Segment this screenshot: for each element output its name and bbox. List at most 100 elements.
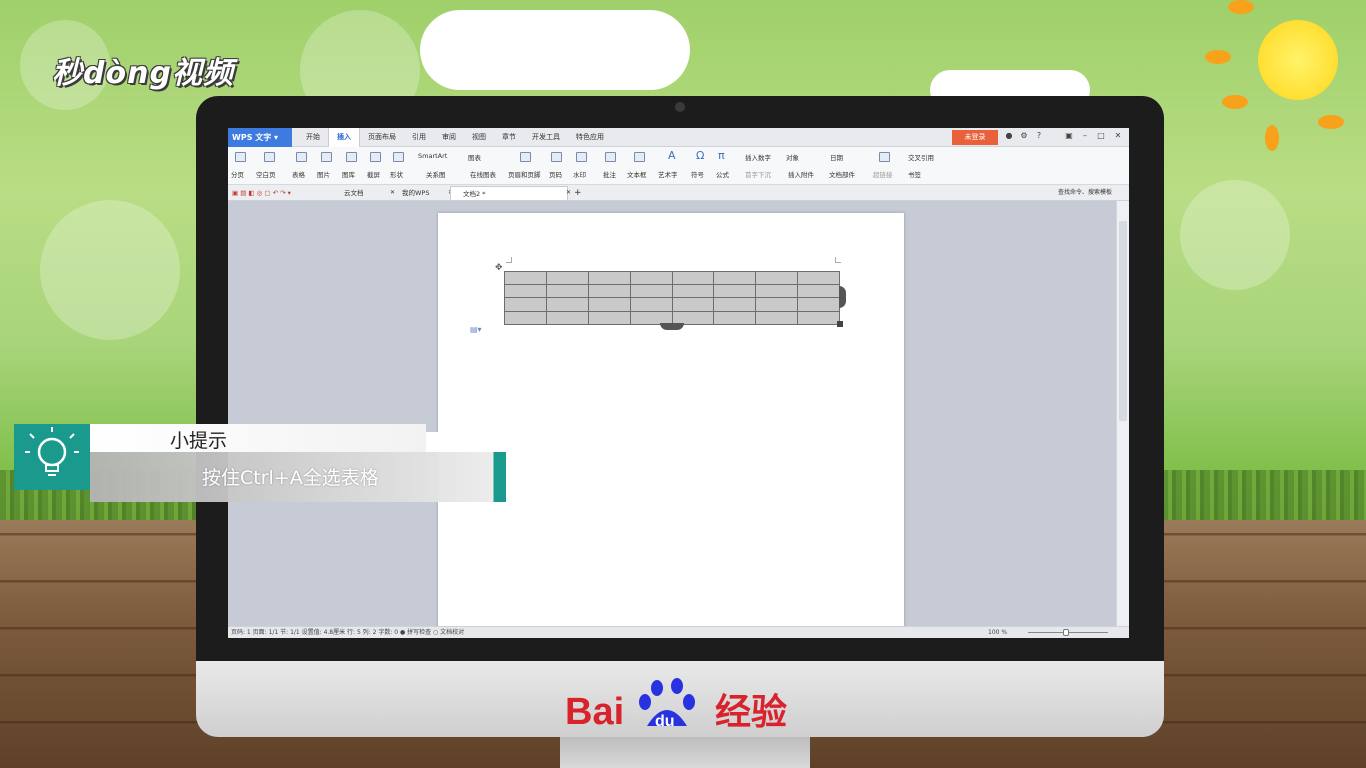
watermark-button[interactable]: 水印 — [573, 169, 586, 179]
table-cell[interactable] — [545, 297, 589, 312]
settings-icon[interactable]: ⚙ — [1018, 131, 1030, 140]
document-page[interactable]: ✥ ▤▾ — [438, 213, 904, 633]
comment-icon[interactable] — [605, 152, 616, 162]
tab-special[interactable]: 特色应用 — [568, 128, 612, 147]
gallery-icon[interactable] — [346, 152, 357, 162]
page-number-button[interactable]: 页码 — [549, 169, 562, 179]
table-cell[interactable] — [504, 284, 547, 299]
table-cell[interactable] — [545, 310, 589, 325]
table-cell[interactable] — [755, 284, 799, 299]
screenshot-button[interactable]: 截屏 — [367, 169, 380, 179]
quick-access-toolbar[interactable]: ▣ ▤ ◧ ◎ ▢ ↶ ↷ ▾ — [230, 186, 291, 200]
paste-options-icon[interactable]: ▤▾ — [470, 325, 482, 334]
tab-developer[interactable]: 开发工具 — [524, 128, 568, 147]
close-icon[interactable]: ✕ — [1112, 131, 1124, 140]
table-cell[interactable] — [713, 270, 757, 286]
cross-ref-button[interactable]: 交叉引用 — [908, 152, 934, 162]
table-cell[interactable] — [545, 270, 589, 286]
header-footer-button[interactable]: 页眉和页脚 — [508, 169, 541, 179]
insert-number-button[interactable]: 插入数字 — [745, 152, 771, 162]
insert-attachment-button[interactable]: 插入附件 — [788, 169, 814, 179]
minimize-icon[interactable]: – — [1079, 131, 1091, 140]
drop-cap-button[interactable]: 首字下沉 — [745, 169, 771, 179]
symbol-button[interactable]: 符号 — [691, 169, 704, 179]
omega-icon[interactable]: Ω — [696, 149, 704, 162]
table-cell[interactable] — [629, 297, 673, 312]
tab-start[interactable]: 开始 — [298, 128, 328, 147]
zoom-slider-handle[interactable] — [1063, 629, 1069, 636]
table-cell[interactable] — [713, 297, 757, 312]
blank-page-icon[interactable] — [264, 152, 275, 162]
picture-icon[interactable] — [321, 152, 332, 162]
table-move-handle-icon[interactable]: ✥ — [495, 263, 503, 273]
textbox-icon[interactable] — [634, 152, 645, 162]
table-cell[interactable] — [755, 270, 799, 286]
selected-table[interactable] — [504, 270, 841, 325]
pi-icon[interactable]: π — [718, 149, 725, 162]
table-cell[interactable] — [713, 284, 757, 299]
table-cell[interactable] — [671, 284, 715, 299]
relation-chart-button[interactable]: 关系图 — [426, 169, 446, 179]
table-cell[interactable] — [587, 284, 631, 299]
table-cell[interactable] — [504, 297, 547, 312]
maximize-icon[interactable]: □ — [1095, 131, 1107, 140]
table-cell[interactable] — [755, 310, 799, 325]
watermark-icon[interactable] — [576, 152, 587, 162]
shapes-icon[interactable] — [393, 152, 404, 162]
table-cell[interactable] — [797, 297, 841, 312]
table-icon[interactable] — [296, 152, 307, 162]
vertical-scrollbar[interactable] — [1116, 201, 1129, 626]
page-number-icon[interactable] — [551, 152, 562, 162]
table-cell[interactable] — [504, 310, 547, 325]
blank-page-button[interactable]: 空白页 — [256, 169, 276, 179]
textbox-button[interactable]: 文本框 — [627, 169, 647, 179]
smartart-button[interactable]: SmartArt — [418, 152, 447, 160]
table-cell[interactable] — [504, 270, 547, 286]
table-cell[interactable] — [587, 310, 631, 325]
hyperlink-button[interactable]: 超链接 — [873, 169, 893, 179]
page-break-button[interactable]: 分页 — [231, 169, 244, 179]
skin-icon[interactable]: ● — [1003, 131, 1015, 140]
table-button[interactable]: 表格 — [292, 169, 305, 179]
online-chart-button[interactable]: 在线图表 — [470, 169, 496, 179]
picture-button[interactable]: 图片 — [317, 169, 330, 179]
tab-insert[interactable]: 插入 — [328, 128, 360, 147]
login-button[interactable]: 未登录 — [952, 130, 998, 145]
add-row-button[interactable] — [660, 323, 684, 330]
bookmark-button[interactable]: 书签 — [908, 169, 921, 179]
app-menu-button[interactable]: WPS 文字 ▾ — [228, 128, 292, 147]
document-canvas[interactable]: ✥ ▤▾ — [228, 201, 1116, 633]
table-cell[interactable] — [797, 270, 841, 286]
wordart-icon[interactable]: A — [668, 149, 676, 162]
tab-references[interactable]: 引用 — [404, 128, 434, 147]
doc-part-button[interactable]: 文档部件 — [829, 169, 855, 179]
comment-button[interactable]: 批注 — [603, 169, 616, 179]
table-cell[interactable] — [755, 297, 799, 312]
tab-page-layout[interactable]: 页面布局 — [360, 128, 404, 147]
table-cell[interactable] — [587, 270, 631, 286]
table-cell[interactable] — [671, 270, 715, 286]
tab-document-2[interactable]: 文档2 * — [450, 186, 568, 200]
restore-icon[interactable]: ▣ — [1063, 131, 1075, 140]
table-cell[interactable] — [587, 297, 631, 312]
object-button[interactable]: 对象 — [786, 152, 799, 162]
shapes-button[interactable]: 形状 — [390, 169, 403, 179]
formula-button[interactable]: 公式 — [716, 169, 729, 179]
table-row[interactable] — [504, 297, 841, 312]
header-footer-icon[interactable] — [520, 152, 531, 162]
add-column-button[interactable] — [839, 286, 846, 308]
table-resize-handle[interactable] — [837, 321, 843, 327]
tab-my-wps[interactable]: 我的WPS — [390, 186, 429, 200]
date-button[interactable]: 日期 — [830, 152, 843, 162]
new-tab-icon[interactable]: + — [562, 186, 582, 200]
zoom-level[interactable]: 100 % — [988, 627, 1007, 638]
table-cell[interactable] — [629, 270, 673, 286]
tab-view[interactable]: 视图 — [464, 128, 494, 147]
table-cell[interactable] — [797, 310, 841, 325]
gallery-button[interactable]: 图库 — [342, 169, 355, 179]
page-break-icon[interactable] — [235, 152, 246, 162]
tab-review[interactable]: 审阅 — [434, 128, 464, 147]
hyperlink-icon[interactable] — [879, 152, 890, 162]
wordart-button[interactable]: 艺术字 — [658, 169, 678, 179]
table-cell[interactable] — [629, 284, 673, 299]
